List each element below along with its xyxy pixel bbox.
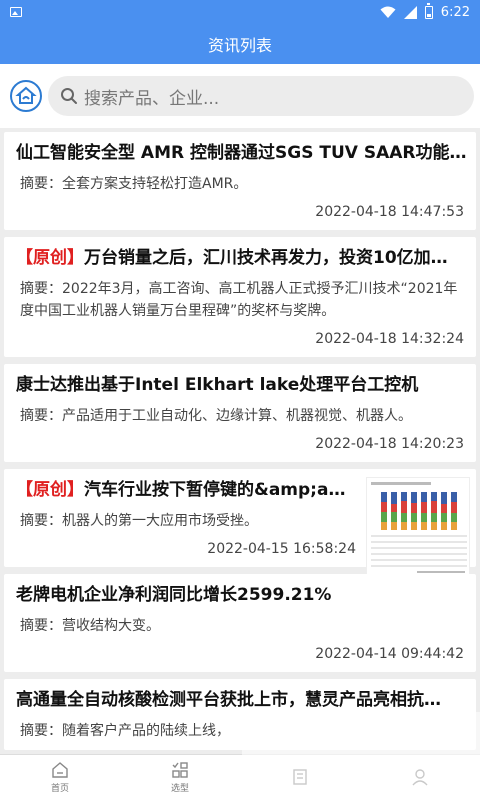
tab-selection[interactable]: 选型 [120,755,240,800]
image-icon [10,7,22,17]
article-summary: 摘要：机器人的第一大应用市场受挫。 [20,513,258,529]
search-input[interactable]: 搜索产品、企业... [48,76,474,116]
article-summary: 摘要：营收结构大变。 [20,618,160,634]
status-time: 6:22 [440,4,470,20]
article-thumbnail[interactable] [366,477,470,577]
article-title-text: 汽车行业按下暂停键的&amp;amp… [84,480,360,500]
home-icon [52,762,68,778]
article-title[interactable]: 高通量全自动核酸检测平台获批上市，慧灵产品亮相抗… [12,689,468,711]
article-tag: 【原创】 [16,480,84,500]
wifi-icon [380,6,396,18]
article-card[interactable]: 【原创】汽车行业按下暂停键的&amp;amp… 摘要：机器人的第一大应用市场受挫… [4,469,476,577]
article-date: 2022-04-15 16:58:24 [207,541,356,557]
company-logo-icon[interactable] [10,80,42,112]
article-date: 2022-04-18 14:47:53 [315,204,464,220]
article-date: 2022-04-14 09:44:42 [315,646,464,662]
search-icon [61,88,77,104]
article-title-text: 老牌电机企业净利润同比增长2599.21% [16,585,332,605]
article-title-text: 仙工智能安全型 AMR 控制器通过SGS TUV SAAR功能安… [16,143,468,163]
article-title-text: 康士达推出基于Intel Elkhart lake处理平台工控机 [16,375,419,395]
grid-icon [172,762,188,778]
article-card[interactable]: 康士达推出基于Intel Elkhart lake处理平台工控机 摘要：产品适用… [4,364,476,462]
article-title[interactable]: 老牌电机企业净利润同比增长2599.21% [12,584,468,606]
watermark-overlay [242,712,480,800]
article-card[interactable]: 仙工智能安全型 AMR 控制器通过SGS TUV SAAR功能安… 摘要：全套方… [4,132,476,230]
article-date: 2022-04-18 14:20:23 [315,436,464,452]
article-title[interactable]: 康士达推出基于Intel Elkhart lake处理平台工控机 [12,374,468,396]
battery-icon [424,2,433,19]
article-card[interactable]: 【原创】万台销量之后，汇川技术再发力，投资10亿加… 摘要：2022年3月，高工… [4,237,476,357]
article-title[interactable]: 【原创】万台销量之后，汇川技术再发力，投资10亿加… [12,247,468,269]
tab-home[interactable]: 首页 [0,755,120,800]
article-summary: 摘要：全套方案支持轻松打造AMR。 [20,176,248,192]
article-date: 2022-04-18 14:32:24 [315,331,464,347]
article-summary: 摘要：产品适用于工业自动化、边缘计算、机器视觉、机器人。 [20,408,412,424]
article-title-text: 高通量全自动核酸检测平台获批上市，慧灵产品亮相抗… [16,690,441,710]
search-placeholder: 搜索产品、企业... [84,88,220,109]
signal-icon [403,5,417,19]
article-tag: 【原创】 [16,248,84,268]
tab-label: 首页 [50,784,69,794]
article-title[interactable]: 仙工智能安全型 AMR 控制器通过SGS TUV SAAR功能安… [12,142,468,164]
article-summary: 摘要：2022年3月，高工咨询、高工机器人正式授予汇川技术“2021年度中国工业… [20,281,458,319]
article-list[interactable]: 仙工智能安全型 AMR 控制器通过SGS TUV SAAR功能安… 摘要：全套方… [0,128,480,754]
status-bar: 6:22 [0,0,480,24]
page-title: 资讯列表 [207,36,272,55]
article-title[interactable]: 【原创】汽车行业按下暂停键的&amp;amp… [12,479,360,501]
search-bar: 搜索产品、企业... [0,64,480,128]
page-title-bar: 资讯列表 [0,24,480,64]
article-title-text: 万台销量之后，汇川技术再发力，投资10亿加… [84,248,448,268]
article-card[interactable]: 老牌电机企业净利润同比增长2599.21% 摘要：营收结构大变。 2022-04… [4,574,476,672]
tab-label: 选型 [170,784,189,794]
